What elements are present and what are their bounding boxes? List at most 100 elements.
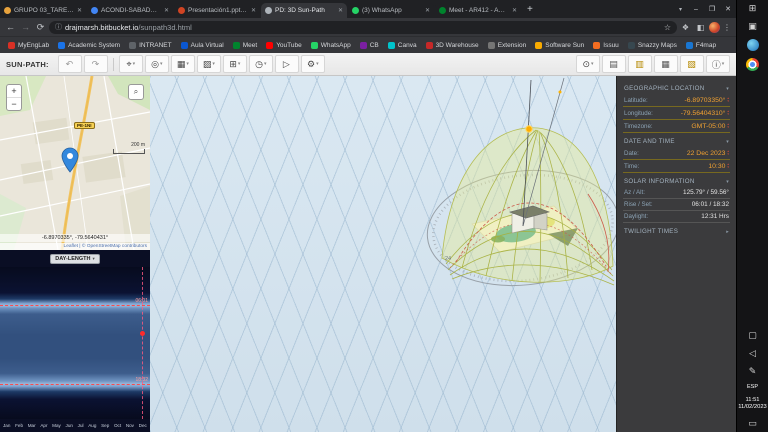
language-indicator[interactable]: ESP	[747, 384, 758, 390]
redo-button[interactable]: ↷	[84, 55, 108, 73]
bookmark-item[interactable]: Meet	[233, 42, 257, 49]
taskbar-clock[interactable]: 11:51 11/02/2023	[738, 397, 767, 411]
spinner-icon[interactable]	[727, 123, 729, 129]
tab-close-icon[interactable]: ✕	[512, 7, 517, 14]
location-tool[interactable]: ◎▾	[145, 55, 169, 73]
browser-tab[interactable]: Presentación1.pptx - Pre... ✕	[174, 3, 260, 18]
longitude-value[interactable]: -79.56404310°	[681, 110, 726, 117]
bookmark-item[interactable]: MyEngLab	[8, 42, 49, 49]
table-tool[interactable]: ⊞▾	[223, 55, 247, 73]
current-time-marker[interactable]	[140, 331, 145, 336]
day-length-selector[interactable]: DAY-LENGTH ▾	[50, 254, 100, 264]
zoom-in-button[interactable]: +	[7, 85, 21, 98]
bookmark-favicon-icon	[535, 42, 542, 49]
visibility-tool[interactable]: ⊙▾	[576, 55, 600, 73]
bookmark-item[interactable]: INTRANET	[129, 42, 172, 49]
tab-close-icon[interactable]: ✕	[77, 7, 82, 14]
app-icon[interactable]	[747, 39, 759, 51]
bookmark-item[interactable]: 3D Warehouse	[426, 42, 479, 49]
site-info-icon[interactable]: ⓘ	[55, 22, 62, 32]
bookmark-item[interactable]: WhatsApp	[311, 42, 351, 49]
tab-close-icon[interactable]: ✕	[251, 7, 256, 14]
bookmark-item[interactable]: Aula Virtual	[181, 42, 224, 49]
back-icon[interactable]: ←	[4, 22, 17, 32]
latitude-value[interactable]: -6.89703350°	[684, 97, 725, 104]
browser-tab[interactable]: GRUPO 03_TAREA 9,10 Y ✕	[0, 3, 86, 18]
date-value[interactable]: 22 Dec 2023	[687, 150, 726, 157]
forward-icon[interactable]: →	[19, 22, 32, 32]
tab-close-icon[interactable]: ✕	[425, 7, 430, 14]
settings-tool[interactable]: ⚙▾	[301, 55, 325, 73]
bookmark-favicon-icon	[311, 42, 318, 49]
bookmark-item[interactable]: CB	[360, 42, 379, 49]
bookmark-item[interactable]: Academic System	[58, 42, 120, 49]
chart-tool[interactable]: ▦▾	[171, 55, 195, 73]
browser-tab[interactable]: PD: 3D Sun-Path ✕	[261, 3, 347, 18]
spinner-icon[interactable]	[727, 97, 729, 103]
location-map[interactable]: + − ⌕ PE-1NI 200 m -6.8970335°, -79.5640…	[0, 76, 150, 250]
extensions-icon[interactable]: ❖	[679, 23, 692, 32]
observer-tool[interactable]: ⌖▾	[119, 55, 143, 73]
spinner-icon[interactable]	[727, 150, 729, 156]
field-label: Longitude:	[624, 110, 653, 117]
bookmark-item[interactable]: Software Sun	[535, 42, 584, 49]
browser-tab[interactable]: ACONDI-SABADOS – Co... ✕	[87, 3, 173, 18]
profile-avatar[interactable]	[709, 22, 720, 33]
section-date-and-time[interactable]: DATE AND TIME ▾	[617, 135, 736, 147]
sun-marker[interactable]	[526, 126, 532, 132]
browser-tab[interactable]: (3) WhatsApp ✕	[348, 3, 434, 18]
notifications-icon[interactable]: ▭	[748, 418, 757, 429]
bookmark-item[interactable]: F4map	[686, 42, 716, 49]
field-label: Timezone:	[624, 123, 653, 130]
time-value[interactable]: 10:30	[708, 163, 725, 170]
section-geographic-location[interactable]: GEOGRAPHIC LOCATION ▾	[617, 82, 736, 94]
sun-path-3d-view[interactable]: 24	[150, 76, 616, 432]
restore-button[interactable]: ❐	[704, 0, 720, 18]
panel-toggle-2[interactable]: ▥	[628, 55, 652, 73]
spinner-icon[interactable]	[727, 110, 729, 116]
spinner-icon[interactable]	[727, 163, 729, 169]
shading-tool[interactable]: ▨▾	[197, 55, 221, 73]
timezone-value[interactable]: GMT-05:00	[691, 123, 725, 130]
tab-close-icon[interactable]: ✕	[338, 7, 343, 14]
address-bar[interactable]: ⓘ drajmarsh.bitbucket.io/sunpath3d.html …	[49, 21, 677, 34]
reload-icon[interactable]: ⟳	[34, 22, 47, 33]
bookmark-item[interactable]: Canva	[388, 42, 417, 49]
new-tab-button[interactable]: +	[527, 4, 533, 15]
map-search-button[interactable]: ⌕	[128, 84, 144, 100]
time-tool[interactable]: ◷▾	[249, 55, 273, 73]
info-tool[interactable]: ⓘ▾	[706, 55, 730, 73]
map-attribution[interactable]: Leaflet | © OpenStreetMap contributors	[0, 243, 150, 250]
bookmark-item[interactable]: YouTube	[266, 42, 302, 49]
side-panel-icon[interactable]: ◧	[694, 23, 707, 32]
minimize-button[interactable]: –	[688, 0, 704, 18]
pen-icon[interactable]: ✎	[749, 366, 757, 377]
play-animation-button[interactable]: ▷	[275, 55, 299, 73]
camera-icon[interactable]: ▢	[748, 330, 757, 341]
task-view-icon[interactable]: ▣	[748, 21, 757, 32]
section-solar-information[interactable]: SOLAR INFORMATION ▾	[617, 175, 736, 187]
start-button[interactable]: ⊞	[749, 3, 757, 14]
panel-toggle-3[interactable]: ▦	[654, 55, 678, 73]
volume-icon[interactable]: ◁	[749, 348, 756, 359]
chrome-icon[interactable]	[746, 58, 759, 71]
close-button[interactable]: ✕	[720, 0, 736, 18]
map-scale: 200 m	[113, 142, 145, 154]
bookmark-item[interactable]: Issuu	[593, 42, 619, 49]
bookmark-star-icon[interactable]: ☆	[664, 23, 671, 32]
browser-tab[interactable]: Meet - AR412 - ACC... ✕	[435, 3, 521, 18]
undo-button[interactable]: ↶	[58, 55, 82, 73]
tab-title: ACONDI-SABADOS – Co...	[101, 7, 161, 14]
zoom-out-button[interactable]: −	[7, 98, 21, 110]
browser-toolbar: ← → ⟳ ⓘ drajmarsh.bitbucket.io/sunpath3d…	[0, 18, 736, 36]
browser-menu-icon[interactable]: ⋮	[722, 23, 732, 32]
bookmark-item[interactable]: Snazzy Maps	[628, 42, 677, 49]
panel-toggle-1[interactable]: ▤	[602, 55, 626, 73]
section-twilight-times[interactable]: TWILIGHT TIMES ▸	[617, 225, 736, 237]
day-length-chart[interactable]: 06:01 18:32	[0, 267, 150, 419]
bookmark-item[interactable]: Extension	[488, 42, 527, 49]
tab-search-icon[interactable]: ▾	[679, 6, 682, 13]
tab-close-icon[interactable]: ✕	[164, 7, 169, 14]
chevron-down-icon: ▾	[726, 179, 729, 185]
panel-toggle-4[interactable]: ▧	[680, 55, 704, 73]
